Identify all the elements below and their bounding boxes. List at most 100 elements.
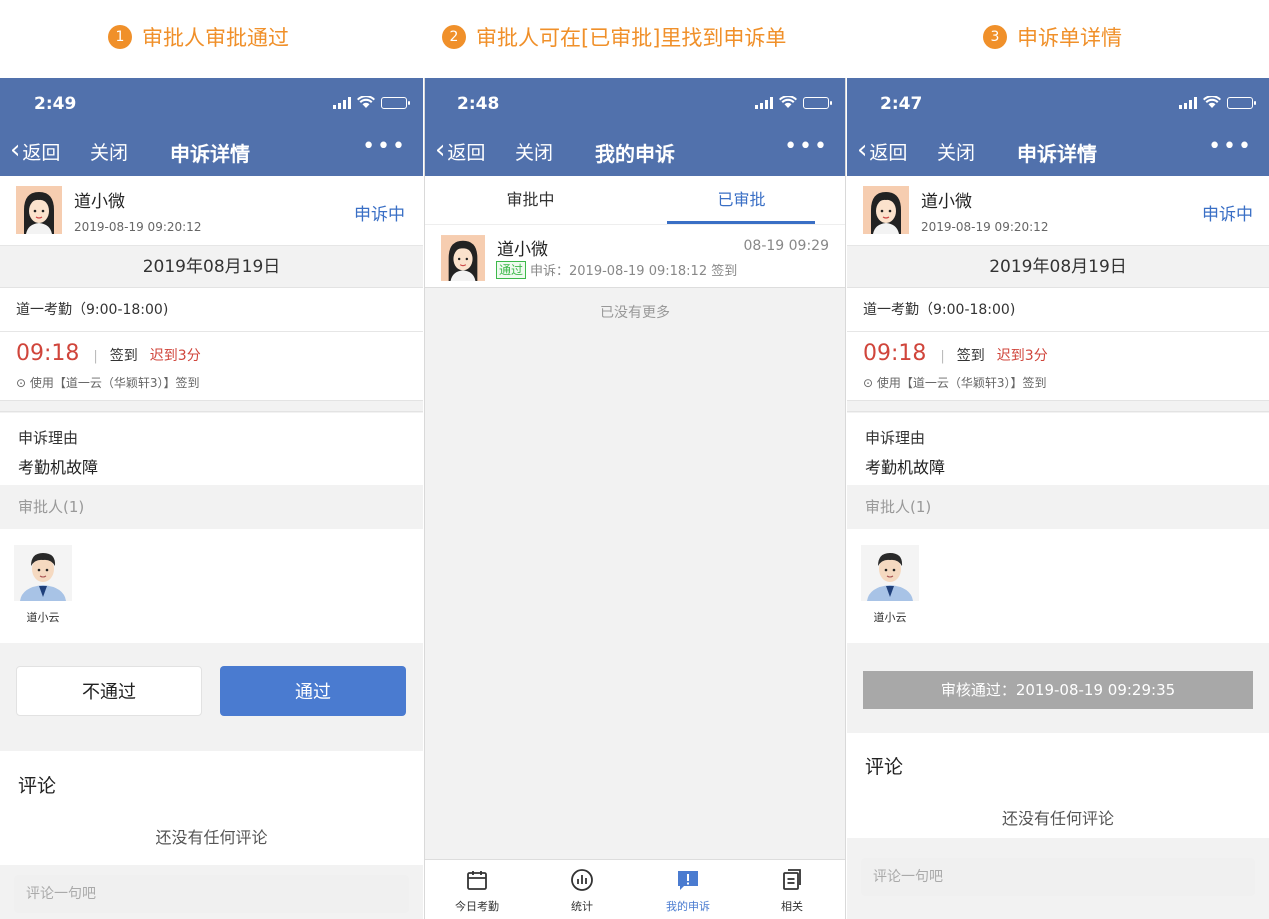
appeal-tabs: 审批中 已审批 — [425, 176, 845, 224]
status-icons — [755, 96, 832, 109]
more-icon[interactable]: ••• — [362, 134, 407, 159]
approvers-list: 道小云 — [0, 529, 423, 643]
reject-button[interactable]: 不通过 — [16, 666, 202, 716]
avatar — [16, 186, 62, 234]
comment-empty-text: 还没有任何评论 — [155, 828, 268, 847]
wifi-icon — [357, 96, 375, 108]
more-icon[interactable]: ••• — [784, 134, 829, 159]
approve-button[interactable]: 通过 — [220, 666, 406, 716]
page-title: 申诉详情 — [170, 142, 250, 166]
status-icons — [1179, 96, 1256, 109]
action-buttons: 不通过 通过 — [0, 643, 423, 751]
punch-separator: | — [93, 349, 98, 364]
page-title: 我的申诉 — [595, 142, 675, 166]
app-header: 2:49 ‹ 返回 关闭 申诉详情 ••• — [0, 78, 423, 176]
page-title: 申诉详情 — [1017, 142, 1097, 166]
audit-result-bar: 审核通过：2019-08-19 09:29:35 — [863, 671, 1253, 709]
avatar — [441, 235, 485, 281]
alert-icon — [678, 871, 698, 890]
approver-name: 道小云 — [26, 611, 60, 624]
tab-approved[interactable]: 已审批 — [636, 176, 845, 224]
nav-bar: ‹ 返回 关闭 申诉详情 ••• — [10, 134, 407, 168]
applicant-time: 2019-08-19 09:20:12 — [74, 220, 202, 234]
battery-icon — [803, 96, 832, 109]
comment-section: 评论 还没有任何评论 — [0, 751, 423, 865]
chevron-left-icon: ‹ — [435, 135, 446, 165]
status-badge: 申诉中 — [1202, 205, 1253, 225]
phone-my-appeals: 2:48 ‹ 返回 关闭 我的申诉 ••• 审批中 已审批 道小微 08-19 0… — [424, 78, 846, 919]
punch-time: 09:18 — [863, 341, 927, 366]
bottom-tabbar: 今日考勤 统计 我的申诉 相关 — [425, 859, 845, 919]
step-caption-1: 1 审批人审批通过 — [108, 22, 289, 52]
avatar — [863, 186, 909, 234]
step-number: 1 — [108, 25, 132, 49]
punch-type: 签到 — [956, 348, 985, 364]
reason-label: 申诉理由 — [18, 429, 79, 447]
step-caption-3: 3 申诉单详情 — [983, 22, 1122, 52]
step-caption-2: 2 审批人可在[已审批]里找到申诉单 — [442, 22, 786, 52]
chevron-left-icon: ‹ — [857, 135, 868, 165]
tabbar-my-appeals[interactable]: 我的申诉 — [648, 868, 728, 914]
approvers-label: 审批人(1) — [847, 485, 1269, 529]
tabbar-related[interactable]: 相关 — [752, 868, 832, 914]
tabbar-label: 今日考勤 — [455, 900, 499, 913]
document-icon — [783, 869, 801, 890]
applicant-row: 道小微 2019-08-19 09:20:12 申诉中 — [847, 176, 1269, 246]
punch-record: 09:18 | 签到 迟到3分 ⊙ 使用【道一云（华颖轩3）】签到 — [847, 332, 1269, 400]
approver: 道小云 — [861, 545, 919, 625]
back-button[interactable]: ‹ 返回 — [10, 135, 60, 165]
close-button[interactable]: 关闭 — [90, 138, 128, 165]
status-icons — [333, 96, 410, 109]
chart-icon — [571, 869, 593, 891]
item-date: 08-19 09:29 — [743, 238, 829, 254]
comment-input[interactable]: 评论一句吧 — [861, 858, 1255, 896]
reason-value: 考勤机故障 — [18, 458, 99, 477]
approver-avatar — [861, 545, 919, 601]
app-header: 2:47 ‹ 返回 关闭 申诉详情 ••• — [847, 78, 1269, 176]
status-time: 2:47 — [880, 94, 923, 114]
phone-appeal-detail-pending: 2:49 ‹ 返回 关闭 申诉详情 ••• 道小微 2019-08-19 09:2… — [0, 78, 423, 919]
step-label: 审批人审批通过 — [142, 26, 289, 50]
punch-location-text: 使用【道一云（华颖轩3）】签到 — [876, 376, 1047, 390]
late-label: 迟到3分 — [149, 348, 201, 364]
punch-location: ⊙ 使用【道一云（华颖轩3）】签到 — [16, 374, 200, 391]
wifi-icon — [779, 96, 797, 108]
step-label: 审批人可在[已审批]里找到申诉单 — [476, 26, 787, 50]
tabbar-label: 相关 — [781, 900, 803, 913]
punch-location-text: 使用【道一云（华颖轩3）】签到 — [29, 376, 200, 390]
appeal-reason: 申诉理由 考勤机故障 — [847, 413, 1269, 485]
divider — [0, 400, 423, 412]
list-item[interactable]: 道小微 08-19 09:29 通过 申诉：2019-08-19 09:18:1… — [425, 224, 845, 288]
punch-location: ⊙ 使用【道一云（华颖轩3）】签到 — [863, 374, 1047, 391]
comment-title: 评论 — [865, 756, 904, 778]
chevron-left-icon: ‹ — [10, 135, 21, 165]
signal-icon — [1179, 96, 1197, 109]
date-header: 2019年08月19日 — [0, 246, 423, 288]
late-label: 迟到3分 — [996, 348, 1048, 364]
tabbar-today[interactable]: 今日考勤 — [437, 868, 517, 914]
approver: 道小云 — [14, 545, 72, 625]
approvers-label: 审批人(1) — [0, 485, 423, 529]
tabbar-stats[interactable]: 统计 — [542, 868, 622, 914]
punch-type: 签到 — [109, 348, 138, 364]
applicant-time: 2019-08-19 09:20:12 — [921, 220, 1049, 234]
back-button[interactable]: ‹ 返回 — [857, 135, 907, 165]
tabbar-label: 统计 — [571, 900, 593, 913]
nav-bar: ‹ 返回 关闭 我的申诉 ••• — [435, 134, 829, 168]
shift-label: 道一考勤（9:00-18:00) — [847, 288, 1269, 332]
comment-section: 评论 还没有任何评论 — [847, 733, 1269, 838]
tab-pending[interactable]: 审批中 — [425, 176, 636, 224]
battery-icon — [381, 96, 410, 109]
nav-bar: ‹ 返回 关闭 申诉详情 ••• — [857, 134, 1253, 168]
tabbar-label: 我的申诉 — [666, 900, 710, 913]
date-header: 2019年08月19日 — [847, 246, 1269, 288]
more-icon[interactable]: ••• — [1208, 134, 1253, 159]
close-button[interactable]: 关闭 — [937, 138, 975, 165]
close-button[interactable]: 关闭 — [515, 138, 553, 165]
comment-input[interactable]: 评论一句吧 — [14, 875, 409, 913]
status-time: 2:48 — [457, 94, 500, 114]
comment-title: 评论 — [18, 775, 57, 797]
back-button[interactable]: ‹ 返回 — [435, 135, 485, 165]
signal-icon — [333, 96, 351, 109]
status-bar: 2:49 — [34, 94, 410, 114]
